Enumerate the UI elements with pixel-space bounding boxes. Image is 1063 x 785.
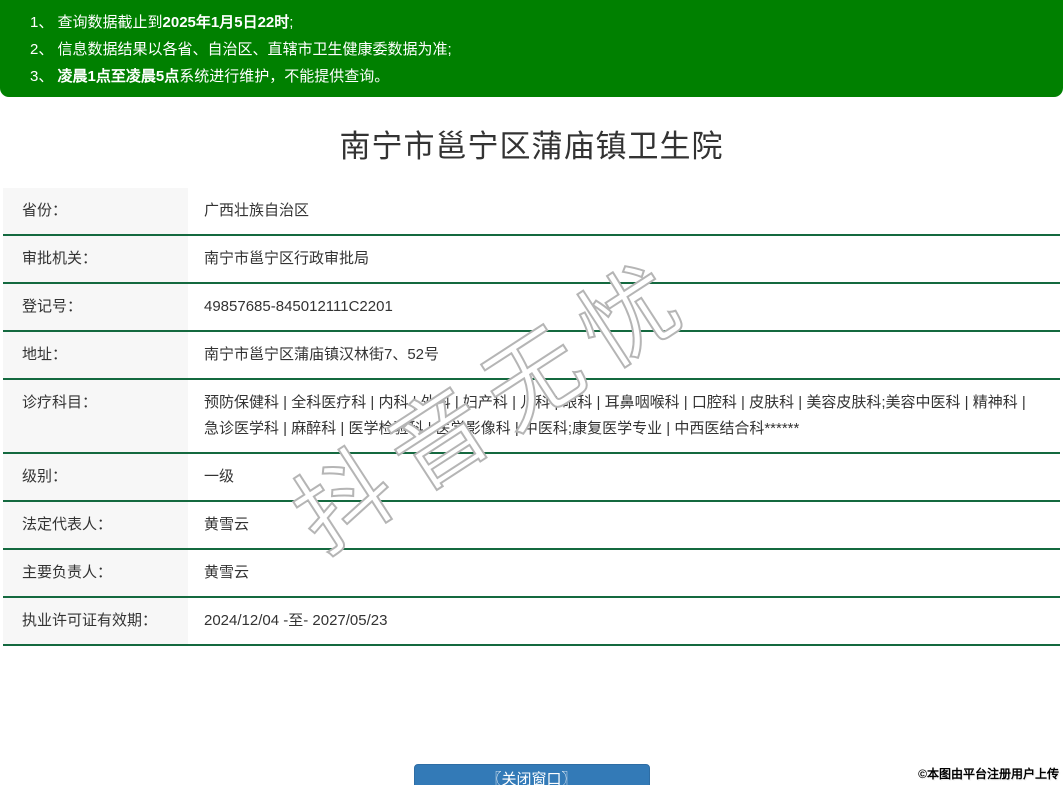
detail-table: 省份： 广西壮族自治区 审批机关： 南宁市邕宁区行政审批局 登记号： 49857… — [3, 188, 1060, 646]
attribution-stamp: ©本图由平台注册用户上传 — [918, 767, 1059, 781]
page-title: 南宁市邕宁区蒲庙镇卫生院 — [339, 129, 724, 164]
row-label: 地址： — [3, 332, 188, 378]
row-value: 预防保健科 | 全科医疗科 | 内科 | 外科 | 妇产科 | 儿科 | 眼科 … — [204, 394, 1026, 437]
row-value: 49857685-845012111C2201 — [204, 298, 393, 315]
row-value: 广西壮族自治区 — [204, 202, 310, 219]
notice-text: ; — [289, 14, 294, 31]
close-window-button[interactable]: 〖关闭窗口〗 — [413, 764, 650, 785]
notice-text: 系统进行维护，不能提供查询。 — [179, 68, 390, 85]
row-label: 执业许可证有效期： — [3, 598, 188, 644]
notice-text: 3、 — [30, 68, 58, 85]
row-value: 黄雪云 — [204, 516, 250, 533]
table-row-level: 级别： 一级 — [3, 454, 1060, 502]
row-value: 一级 — [204, 468, 235, 485]
row-label: 级别： — [3, 454, 188, 500]
table-row-license-validity: 执业许可证有效期： 2024/12/04 -至- 2027/05/23 — [3, 598, 1060, 646]
row-value: 2024/12/04 -至- 2027/05/23 — [204, 612, 388, 629]
notice-line-2: 2、 信息数据结果以各省、自治区、直辖市卫生健康委数据为准; — [30, 36, 1043, 63]
row-label: 省份： — [3, 188, 188, 234]
notice-text: 2、 信息数据结果以各省、自治区、直辖市卫生健康委数据为准; — [30, 41, 452, 58]
row-label: 登记号： — [3, 284, 188, 330]
row-label: 审批机关： — [3, 236, 188, 282]
notice-text-bold: 2025年1月5日22时 — [162, 14, 290, 31]
row-value: 南宁市邕宁区蒲庙镇汉林街7、52号 — [204, 346, 440, 363]
table-row-province: 省份： 广西壮族自治区 — [3, 188, 1060, 236]
row-label: 法定代表人： — [3, 502, 188, 548]
table-row-medical-departments: 诊疗科目： 预防保健科 | 全科医疗科 | 内科 | 外科 | 妇产科 | 儿科… — [3, 380, 1060, 454]
notice-banner: 1、 查询数据截止到2025年1月5日22时; 2、 信息数据结果以各省、自治区… — [0, 0, 1063, 97]
table-row-person-in-charge: 主要负责人： 黄雪云 — [3, 550, 1060, 598]
table-row-registration-number: 登记号： 49857685-845012111C2201 — [3, 284, 1060, 332]
notice-text: 1、 查询数据截止到 — [30, 14, 163, 31]
row-value: 黄雪云 — [204, 564, 250, 581]
notice-text-bold: 凌晨1点至凌晨5点 — [57, 68, 180, 85]
row-value: 南宁市邕宁区行政审批局 — [204, 250, 370, 267]
row-label: 主要负责人： — [3, 550, 188, 596]
table-row-legal-representative: 法定代表人： 黄雪云 — [3, 502, 1060, 550]
table-row-approval-authority: 审批机关： 南宁市邕宁区行政审批局 — [3, 236, 1060, 284]
notice-line-1: 1、 查询数据截止到2025年1月5日22时; — [30, 9, 1043, 36]
row-label: 诊疗科目： — [3, 380, 188, 452]
notice-line-3: 3、 凌晨1点至凌晨5点系统进行维护，不能提供查询。 — [30, 63, 1043, 90]
table-row-address: 地址： 南宁市邕宁区蒲庙镇汉林街7、52号 — [3, 332, 1060, 380]
